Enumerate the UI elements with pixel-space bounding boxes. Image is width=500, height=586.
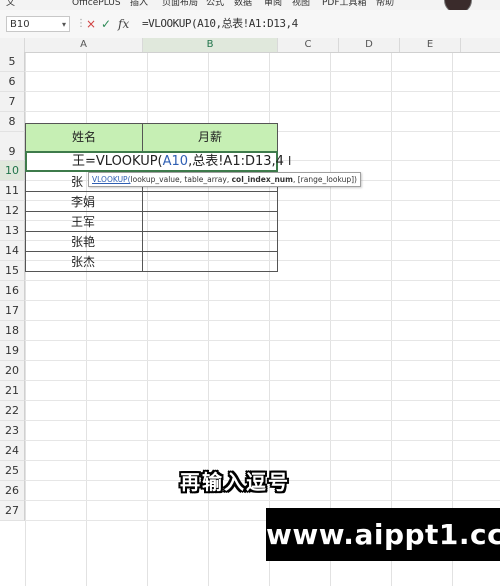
row-header-21[interactable]: 21 [0, 381, 25, 401]
confirm-icon[interactable]: ✓ [101, 16, 111, 32]
row-gridline [25, 500, 500, 501]
ribbon-tab-officeplus[interactable]: OfficePLUS [72, 0, 121, 8]
column-header-e[interactable]: E [400, 38, 461, 52]
ribbon-tab-insert[interactable]: 插入 [130, 0, 148, 8]
edit-formula-rest: ,总表!A1:D13,4 [188, 154, 284, 169]
cell-b15[interactable] [142, 252, 278, 272]
row-header-25[interactable]: 25 [0, 461, 25, 481]
row-header-19[interactable]: 19 [0, 341, 25, 361]
row-header-27[interactable]: 27 [0, 501, 25, 521]
formula-bar: B10 ▾ ⋮ × ✓ fx =VLOOKUP(A10,总表!A1:D13,4 [0, 10, 500, 39]
row-header-6[interactable]: 6 [0, 72, 25, 92]
chevron-down-icon[interactable]: ▾ [62, 17, 66, 33]
worksheet-grid[interactable]: A B C D E 5 6 7 8 9 10 11 12 13 14 15 16 17 18 19 20 21 2… [0, 38, 500, 586]
row-header-24[interactable]: 24 [0, 441, 25, 461]
cell-a14[interactable]: 张艳 [25, 232, 143, 252]
cancel-icon[interactable]: × [86, 16, 96, 32]
column-headers: A B C D E [0, 38, 500, 53]
row-header-23[interactable]: 23 [0, 421, 25, 441]
tooltip-function-name[interactable]: VLOOKUP( [92, 175, 131, 184]
row-header-14[interactable]: 14 [0, 241, 25, 261]
row-gridline [25, 400, 500, 401]
row-header-18[interactable]: 18 [0, 321, 25, 341]
cell-a15[interactable]: 张杰 [25, 252, 143, 272]
column-header-b[interactable]: B [143, 38, 278, 52]
row-header-10[interactable]: 10 [0, 161, 25, 181]
row-header-11[interactable]: 11 [0, 181, 25, 201]
row-header-26[interactable]: 26 [0, 481, 25, 501]
row-gridline [25, 360, 500, 361]
select-all-corner[interactable] [0, 38, 25, 52]
row-gridline [25, 320, 500, 321]
ribbon-tab-page-layout[interactable]: 页面布局 [162, 0, 198, 8]
row-gridline [25, 340, 500, 341]
row-gridline [25, 460, 500, 461]
tooltip-active-arg: col_index_num [231, 175, 293, 184]
ribbon-tabs: 文 OfficePLUS 插入 页面布局 公式 数据 审阅 视图 PDF工具箱 … [0, 0, 500, 10]
text-cursor-icon: I [287, 154, 292, 168]
column-header-a[interactable]: A [25, 38, 143, 52]
ribbon-tab-formulas[interactable]: 公式 [206, 0, 224, 8]
name-box-value: B10 [10, 19, 30, 30]
column-header-c[interactable]: C [278, 38, 339, 52]
row-header-12[interactable]: 12 [0, 201, 25, 221]
row-gridline [25, 380, 500, 381]
cell-b14[interactable] [142, 232, 278, 252]
row-gridline [25, 300, 500, 301]
cell-b13[interactable] [142, 212, 278, 232]
tooltip-args: lookup_value, table_array, [130, 175, 232, 184]
row-header-17[interactable]: 17 [0, 301, 25, 321]
row-gridline [25, 440, 500, 441]
row-header-7[interactable]: 7 [0, 92, 25, 112]
ribbon-tab-file[interactable]: 文 [6, 0, 15, 8]
row-gridline [25, 280, 500, 281]
column-header-partial[interactable] [461, 38, 500, 52]
row-header-5[interactable]: 5 [0, 52, 25, 72]
column-header-d[interactable]: D [339, 38, 400, 52]
row-header-20[interactable]: 20 [0, 361, 25, 381]
row-header-13[interactable]: 13 [0, 221, 25, 241]
row-header-22[interactable]: 22 [0, 401, 25, 421]
ribbon-tab-pdf-tools[interactable]: PDF工具箱 [322, 0, 367, 8]
row-gridline [25, 71, 500, 72]
row-header-8[interactable]: 8 [0, 112, 25, 132]
cell-b12[interactable] [142, 192, 278, 212]
insert-function-icon[interactable]: fx [118, 16, 129, 32]
row-gridline [25, 91, 500, 92]
row-header-15[interactable]: 15 [0, 261, 25, 281]
ribbon-tab-help[interactable]: 帮助 [376, 0, 394, 8]
row-header-9[interactable]: 9 [0, 132, 25, 161]
avatar[interactable] [444, 0, 472, 10]
cell-a10-editing[interactable]: 王=VLOOKUP(A10,总表!A1:D13,4 I [25, 151, 291, 172]
ribbon-tab-data[interactable]: 数据 [234, 0, 252, 8]
row-gridline [25, 111, 500, 112]
row-gridline [25, 420, 500, 421]
row-header-16[interactable]: 16 [0, 281, 25, 301]
formula-input[interactable]: =VLOOKUP(A10,总表!A1:D13,4 [142, 16, 298, 32]
more-options-icon: ⋮ [76, 18, 86, 29]
cell-a12[interactable]: 李娟 [25, 192, 143, 212]
watermark: www.aippt1.cc [266, 508, 500, 561]
tooltip-last-arg: , [range_lookup]) [292, 175, 357, 184]
ribbon-tab-review[interactable]: 审阅 [264, 0, 282, 8]
edit-formula-prefix: 王=VLOOKUP( [72, 154, 163, 169]
cell-a13[interactable]: 王军 [25, 212, 143, 232]
video-subtitle: 再输入逗号 [180, 470, 290, 494]
function-arguments-tooltip: VLOOKUP(lookup_value, table_array, col_i… [88, 172, 361, 187]
name-box[interactable]: B10 ▾ [6, 16, 70, 32]
edit-formula-ref: A10 [162, 154, 189, 169]
header-cell-name[interactable]: 姓名 [25, 123, 143, 152]
header-cell-salary[interactable]: 月薪 [142, 123, 278, 152]
ribbon-tab-view[interactable]: 视图 [292, 0, 310, 8]
